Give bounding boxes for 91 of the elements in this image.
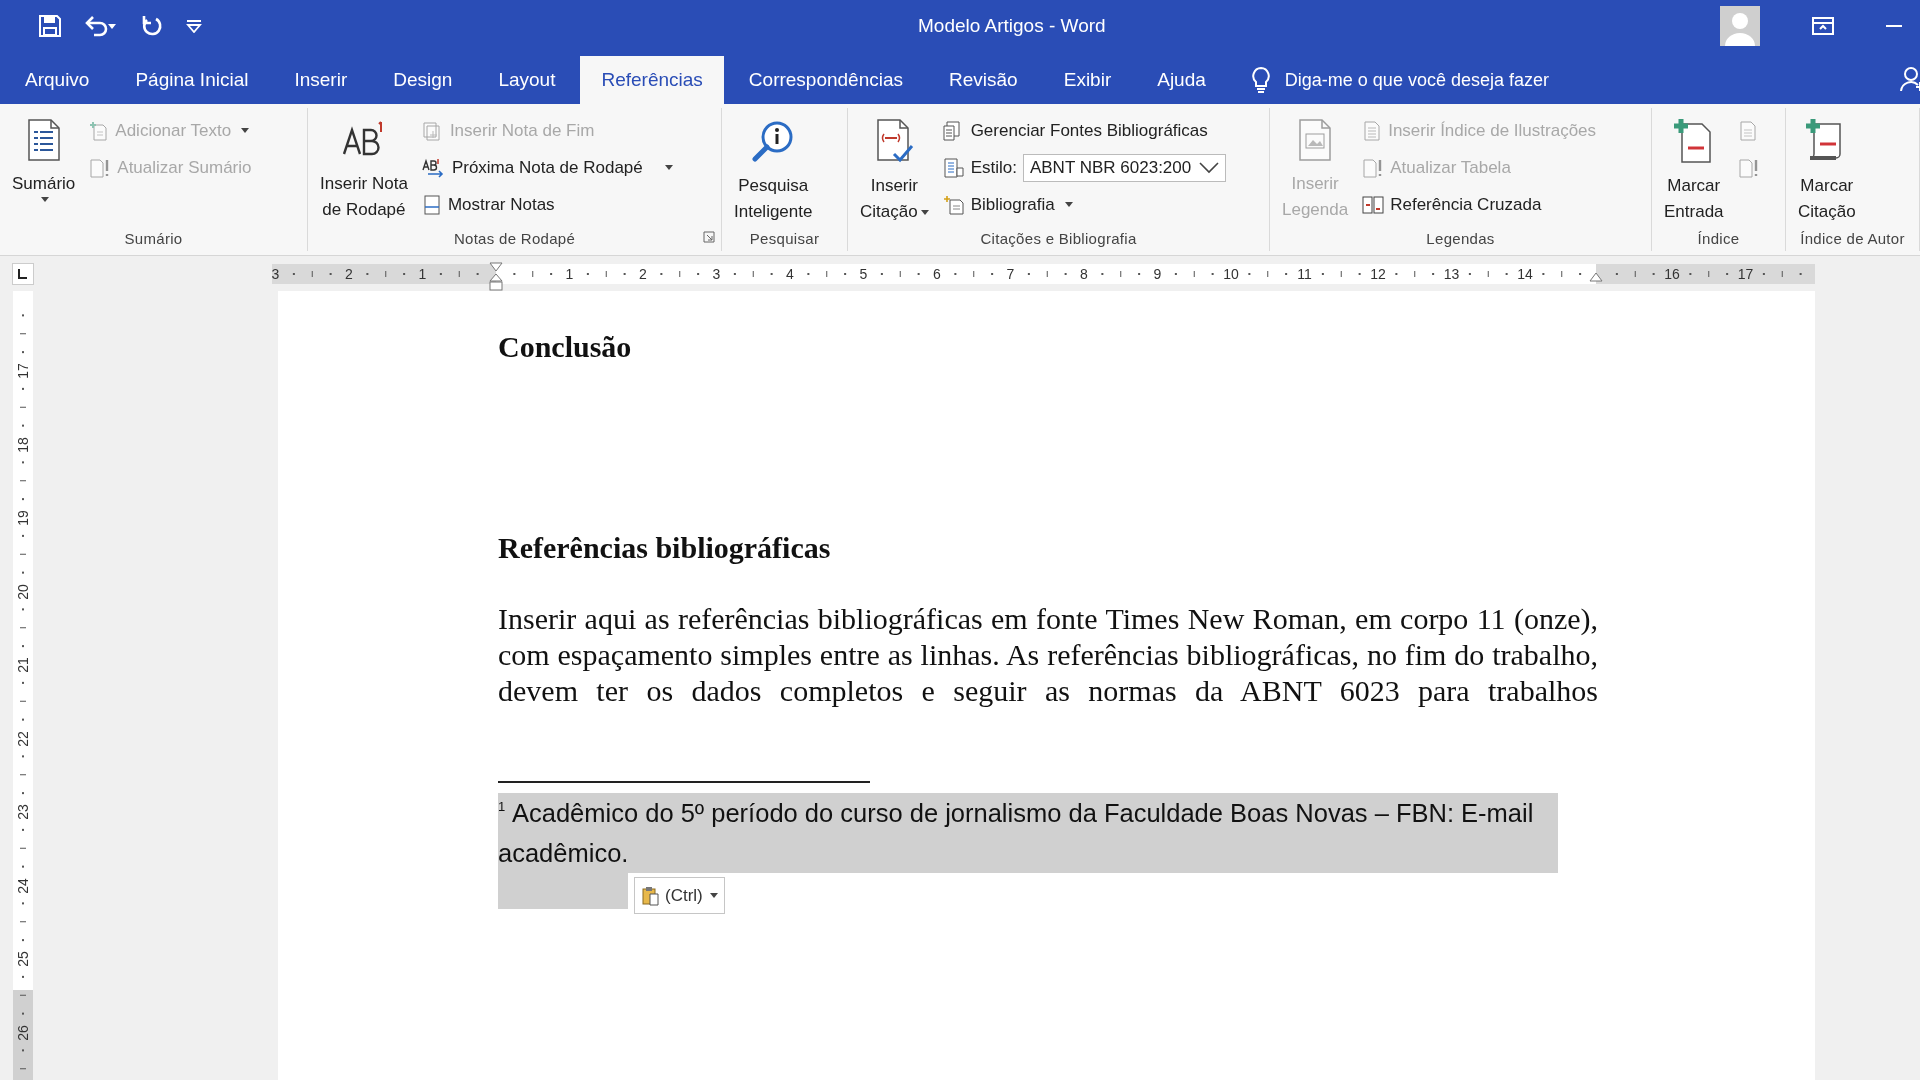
ruler-number: 2 [639,266,647,282]
tell-me-field[interactable]: Diga-me o que você deseja fazer [1284,69,1585,91]
ruler-number: 2 [345,266,353,282]
customize-icon[interactable] [186,19,202,33]
ribbon-button[interactable]: Mostrar Notas [417,186,677,223]
group-label: Notas de Rodapé [453,229,576,249]
ruler-number: 12 [1370,266,1386,282]
add-page-icon [89,120,110,141]
ribbon-button[interactable]: Pesquisa Inteligente [730,110,817,225]
section-heading: Conclusão [498,329,633,365]
ruler-number: 11 [1297,266,1312,282]
indent-marker-icon[interactable] [489,262,503,292]
ribbon-button[interactable]: Inserir Citação [856,110,933,225]
group-label: Índice de Autor [1800,229,1905,249]
ribbon-button[interactable]: Marcar Citação [1794,110,1860,225]
ribbon-display-icon[interactable] [1812,17,1834,35]
vertical-ruler[interactable]: 17 18 19 20 21 22 23 24 25 26 [13,291,33,1080]
redo-icon[interactable] [140,14,164,38]
ribbon-tab[interactable]: Revisão [928,56,1039,104]
section-heading: Referências bibliográficas [498,530,832,566]
ribbon-tab[interactable]: Inserir [273,56,369,104]
ribbon-button[interactable]: Inserir Nota de Rodapé [316,110,412,223]
ruler-number: 20 [15,583,31,600]
horizontal-ruler[interactable]: 3 2 1 1 2 3 4 5 6 7 8 9 10 11 12 13 14 16 17 [272,264,1815,284]
ruler-number: 21 [15,657,31,673]
ruler-number: 26 [15,1024,31,1041]
ribbon-tab[interactable]: Referências [580,56,724,104]
ruler-number: 3 [712,266,721,282]
ribbon-tab[interactable]: Arquivo [4,56,111,104]
ruler-number: 5 [859,266,868,282]
ribbon-tab[interactable]: Correspondências [727,56,925,104]
ruler-number: 10 [1223,266,1239,282]
group-label: Índice [1697,229,1740,249]
ruler-number: 17 [15,363,31,379]
next-footnote-icon [421,157,446,178]
ruler-number: 18 [15,436,31,453]
notes-page-icon [421,194,442,215]
group-label: Legendas [1426,229,1495,249]
right-indent-marker-icon[interactable] [1589,272,1603,282]
ribbon-tab[interactable]: Página Inicial [114,56,270,104]
paste-options-button[interactable]: (Ctrl) [634,877,725,914]
ribbon-tab[interactable]: Exibir [1042,56,1133,104]
style-dropdown[interactable]: ABNT NBR 6023:200 [1022,153,1227,182]
ruler-number: 22 [15,730,31,747]
ruler-number: 24 [15,877,31,894]
save-icon[interactable] [38,14,62,38]
lightbulb-icon[interactable] [1250,66,1271,94]
ruler-number: 14 [1517,266,1533,282]
ruler-number: 1 [418,266,427,282]
figure-list-icon [1362,120,1383,141]
ruler-number: 19 [15,510,31,526]
style-label: Estilo: [970,157,1017,178]
ruler-number: 7 [1006,266,1015,282]
ruler-number: 6 [933,266,941,282]
cross-reference-icon [1362,194,1385,215]
ruler-number: 16 [1664,266,1680,282]
bibliography-icon [942,194,965,215]
ruler-number: 25 [15,951,31,967]
group-label: Pesquisar [749,229,820,249]
tab-selector-icon[interactable] [12,263,34,285]
style-page-icon [942,157,965,178]
ruler-number: 9 [1153,266,1162,282]
ribbon-button[interactable]: Sumário [8,110,80,202]
ruler-number: 8 [1080,266,1088,282]
body-paragraph: Inserir aqui as referências bibliográficas em fonte Times New Roman, em corpo 11 (onze), com espaçamento simples entre as linhas. As referências bibliográficas, no fim do trabalho, devem ter os dados completos e seguir as normas da ABNT 6023 para trabalhos [498,601,1598,709]
ruler-number: 13 [1443,266,1460,282]
ruler-number: 4 [786,266,794,282]
undo-icon[interactable] [84,14,118,38]
ribbon-tab[interactable]: Ajuda [1136,56,1227,104]
caret-icon [709,893,718,898]
ruler-number: 17 [1737,266,1754,282]
ribbon-tab[interactable]: Design [372,56,474,104]
share-icon[interactable] [1900,66,1920,92]
ruler-number: 1 [565,266,574,282]
ribbon-button[interactable]: Gerenciar Fontes Bibliográficas [938,112,1231,149]
ribbon-button[interactable]: Marcar Entrada [1660,110,1728,225]
page-icon [1737,120,1758,141]
page-exclamation-icon [1737,157,1760,178]
group-label: Citações e Bibliografia [980,229,1137,249]
group-label: Sumário [124,229,183,249]
ruler-number: 3 [271,266,280,282]
dialog-launcher-icon[interactable] [703,231,715,243]
ruler-number: 23 [15,804,31,820]
ribbon-tab[interactable]: Layout [477,56,577,104]
footnote-number: 1 [498,798,506,816]
window-title: Modelo Artigos - Word [918,15,1106,37]
ribbon-button[interactable]: Bibliografia [938,186,1231,223]
ribbon-button[interactable]: Próxima Nota de Rodapé [417,149,677,186]
minimize-icon[interactable] [1886,24,1902,28]
clipboard-icon [641,885,661,906]
ribbon-button[interactable]: Referência Cruzada [1358,186,1601,223]
